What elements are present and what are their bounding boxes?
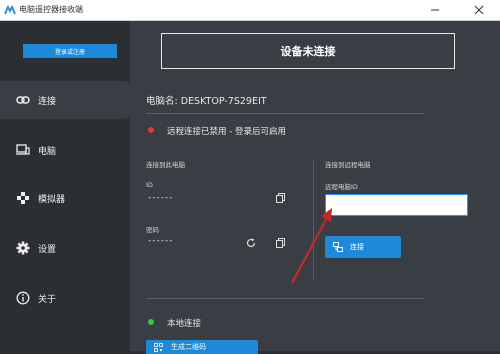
sidebar-item-about[interactable]: 关于: [0, 279, 130, 317]
main-panel: 设备未连接 电脑名: DESKTOP-7S29EIT 远程连接已禁用 - 登录后…: [130, 21, 500, 354]
id-label: ID: [146, 181, 153, 189]
info-icon: [16, 291, 30, 305]
sidebar-item-label: 电脑: [38, 146, 57, 157]
link-icon: [16, 96, 30, 104]
connect-to-this-heading: 连接到此电脑: [146, 161, 185, 169]
window-title: 电脑遥控器接收端: [19, 5, 83, 14]
sidebar-item-computer[interactable]: 电脑: [0, 131, 130, 169]
app-logo-icon: [4, 4, 16, 15]
gamepad-icon: [17, 192, 29, 204]
sidebar: 登录或注册 连接 电脑 模拟器 设置 关于: [0, 21, 130, 351]
remote-id-label: 远程电脑ID: [325, 183, 358, 191]
computer-icon: [16, 144, 30, 155]
qr-code-icon: [154, 342, 163, 352]
minimize-icon: [431, 9, 439, 11]
remote-status-text: 远程连接已禁用 - 登录后可启用: [167, 127, 286, 137]
sidebar-item-label: 设置: [38, 244, 57, 255]
status-dot-red: [148, 127, 154, 133]
close-icon: [474, 5, 484, 15]
computer-name: 电脑名: DESKTOP-7S29EIT: [146, 96, 267, 107]
minimize-button[interactable]: [422, 0, 448, 20]
password-value: ------: [148, 236, 174, 246]
generate-qr-button[interactable]: 生成二维码: [146, 340, 258, 354]
id-value: ------: [148, 193, 174, 203]
connect-to-remote-heading: 连接到远程电脑: [325, 161, 371, 169]
gear-icon: [16, 241, 30, 255]
sidebar-item-label: 模拟器: [38, 194, 66, 205]
divider: [146, 298, 424, 299]
status-dot-green: [148, 319, 154, 325]
sidebar-item-label: 连接: [38, 96, 57, 107]
password-label: 密码: [146, 226, 159, 234]
sidebar-item-settings[interactable]: 设置: [0, 229, 130, 267]
login-register-button[interactable]: 登录或注册: [23, 44, 117, 58]
remote-id-input[interactable]: [325, 194, 468, 216]
annotation-arrow: [291, 208, 332, 284]
sidebar-item-emulator[interactable]: 模拟器: [0, 179, 130, 217]
divider: [146, 113, 424, 114]
local-connection-label: 本地连接: [167, 319, 202, 329]
connection-status-title: 设备未连接: [161, 33, 455, 69]
refresh-icon[interactable]: [246, 238, 256, 248]
title-bar: 电脑遥控器接收端: [0, 0, 500, 21]
sidebar-item-connect[interactable]: 连接: [0, 81, 130, 119]
connect-button-label: 连接: [350, 243, 364, 251]
close-button[interactable]: [466, 0, 492, 20]
sidebar-item-label: 关于: [38, 294, 57, 305]
